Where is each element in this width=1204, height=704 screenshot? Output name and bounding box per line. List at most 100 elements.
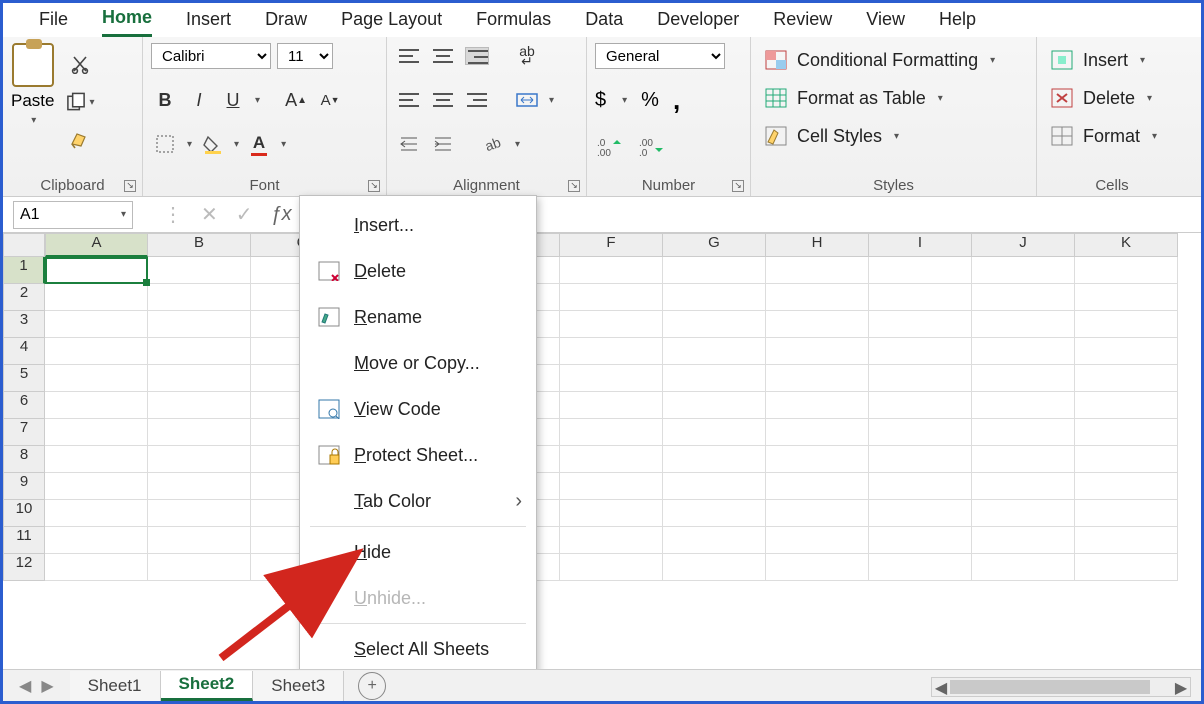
row-header[interactable]: 2 <box>3 284 45 311</box>
cell[interactable] <box>560 554 663 581</box>
column-header[interactable]: K <box>1075 233 1178 257</box>
cell[interactable] <box>45 473 148 500</box>
sheet-tab-3[interactable]: Sheet3 <box>253 671 344 701</box>
cells-area[interactable] <box>45 257 1178 581</box>
cell[interactable] <box>1075 338 1178 365</box>
cell[interactable] <box>766 338 869 365</box>
cell[interactable] <box>663 419 766 446</box>
column-header[interactable]: A <box>45 233 148 257</box>
dialog-launcher-icon[interactable]: ↘ <box>568 180 580 192</box>
cell[interactable] <box>45 338 148 365</box>
cell[interactable] <box>560 419 663 446</box>
menu-delete[interactable]: Delete <box>300 248 536 294</box>
row-header[interactable]: 4 <box>3 338 45 365</box>
cell[interactable] <box>45 419 148 446</box>
cell[interactable] <box>148 257 251 284</box>
cell[interactable] <box>869 419 972 446</box>
row-header[interactable]: 9 <box>3 473 45 500</box>
cell[interactable] <box>663 500 766 527</box>
cell[interactable] <box>972 500 1075 527</box>
tab-data[interactable]: Data <box>585 9 623 36</box>
cell[interactable] <box>766 554 869 581</box>
cell[interactable] <box>560 500 663 527</box>
cut-icon[interactable] <box>66 51 94 77</box>
select-all-corner[interactable] <box>3 233 45 257</box>
sheet-tab-1[interactable]: Sheet1 <box>70 671 161 701</box>
cell[interactable] <box>972 257 1075 284</box>
cell[interactable] <box>663 473 766 500</box>
orientation-icon[interactable]: ab <box>479 131 507 157</box>
tab-view[interactable]: View <box>866 9 905 36</box>
cell[interactable] <box>1075 257 1178 284</box>
row-header[interactable]: 10 <box>3 500 45 527</box>
tab-formulas[interactable]: Formulas <box>476 9 551 36</box>
tab-help[interactable]: Help <box>939 9 976 36</box>
cell[interactable] <box>869 446 972 473</box>
row-header[interactable]: 6 <box>3 392 45 419</box>
font-size-select[interactable]: 11 <box>277 43 333 69</box>
cell[interactable] <box>663 527 766 554</box>
cell[interactable] <box>1075 419 1178 446</box>
row-header[interactable]: 12 <box>3 554 45 581</box>
cell[interactable] <box>1075 446 1178 473</box>
tab-developer[interactable]: Developer <box>657 9 739 36</box>
horizontal-scrollbar[interactable]: ◀ ▶ <box>931 677 1191 697</box>
cell[interactable] <box>766 284 869 311</box>
cell[interactable] <box>1075 527 1178 554</box>
namebox-split-icon[interactable]: ⋮ <box>163 202 183 227</box>
conditional-formatting-button[interactable]: Conditional Formatting▾ <box>759 43 1028 77</box>
cell[interactable] <box>869 500 972 527</box>
cell[interactable] <box>663 446 766 473</box>
comma-style-button[interactable]: , <box>673 85 680 116</box>
row-header[interactable]: 1 <box>3 257 45 284</box>
format-painter-icon[interactable] <box>66 127 94 153</box>
font-family-select[interactable]: Calibri <box>151 43 271 69</box>
cell[interactable] <box>663 311 766 338</box>
cell[interactable] <box>869 527 972 554</box>
increase-decimal-icon[interactable]: .0.00 <box>595 133 623 159</box>
dialog-launcher-icon[interactable]: ↘ <box>732 180 744 192</box>
cell[interactable] <box>560 473 663 500</box>
cell[interactable] <box>766 446 869 473</box>
cell[interactable] <box>766 311 869 338</box>
cell[interactable] <box>148 446 251 473</box>
cell[interactable] <box>663 284 766 311</box>
cell[interactable] <box>972 365 1075 392</box>
scroll-right-icon[interactable]: ▶ <box>1172 678 1190 696</box>
cell[interactable] <box>869 365 972 392</box>
menu-protect-sheet[interactable]: Protect Sheet... <box>300 432 536 478</box>
cell[interactable] <box>663 338 766 365</box>
sheet-nav-prev-icon[interactable]: ◀ <box>19 676 31 696</box>
decrease-indent-icon[interactable] <box>395 131 423 157</box>
format-as-table-button[interactable]: Format as Table▾ <box>759 81 1028 115</box>
cell[interactable] <box>663 365 766 392</box>
currency-button[interactable]: $ <box>595 89 606 112</box>
cell[interactable] <box>972 446 1075 473</box>
cell[interactable] <box>148 365 251 392</box>
number-format-select[interactable]: General <box>595 43 725 69</box>
cell[interactable] <box>869 311 972 338</box>
paste-button[interactable]: Paste <box>11 91 54 111</box>
cell[interactable] <box>560 338 663 365</box>
column-header[interactable]: G <box>663 233 766 257</box>
cell[interactable] <box>766 257 869 284</box>
row-headers[interactable]: 123456789101112 <box>3 257 45 581</box>
borders-icon[interactable] <box>151 131 179 157</box>
cell[interactable] <box>869 284 972 311</box>
cell[interactable] <box>148 500 251 527</box>
row-header[interactable]: 11 <box>3 527 45 554</box>
menu-insert[interactable]: Insert... <box>300 202 536 248</box>
column-header[interactable]: J <box>972 233 1075 257</box>
row-header[interactable]: 7 <box>3 419 45 446</box>
tab-review[interactable]: Review <box>773 9 832 36</box>
cell[interactable] <box>1075 365 1178 392</box>
increase-indent-icon[interactable] <box>429 131 457 157</box>
cell[interactable] <box>45 284 148 311</box>
cell[interactable] <box>148 311 251 338</box>
cell[interactable] <box>869 473 972 500</box>
cell[interactable] <box>45 257 148 284</box>
cell[interactable] <box>869 257 972 284</box>
new-sheet-button[interactable]: + <box>358 672 386 700</box>
cell[interactable] <box>45 527 148 554</box>
tab-draw[interactable]: Draw <box>265 9 307 36</box>
